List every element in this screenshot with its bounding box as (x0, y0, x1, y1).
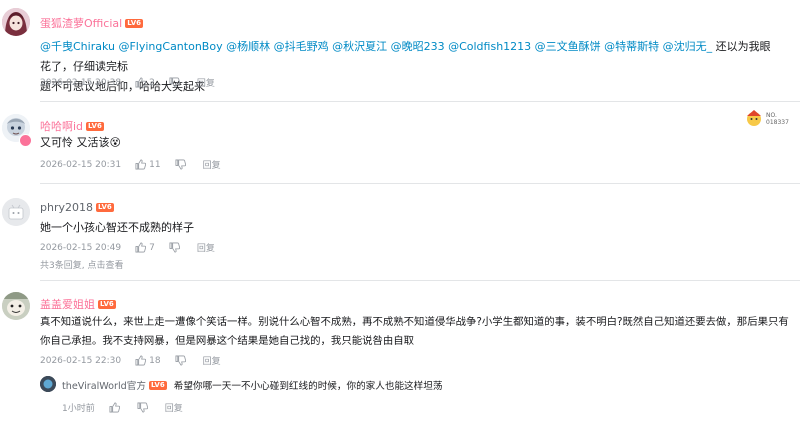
default-avatar-icon (2, 198, 30, 226)
badge-character-icon (747, 110, 761, 126)
avatar-pendant-icon (19, 134, 32, 147)
mention-link[interactable]: @三文鱼酥饼 (535, 40, 601, 53)
mention-link[interactable]: @秋沢夏江 (332, 40, 387, 53)
divider (40, 101, 800, 102)
timestamp: 2026-02-15 22:30 (40, 355, 122, 366)
thumb-down-icon[interactable] (175, 355, 186, 366)
view-replies-link[interactable]: 点击查看 (87, 261, 123, 271)
comment-text: 又可怜 又活该😵 (40, 133, 121, 153)
like-button[interactable]: 18 (135, 355, 161, 366)
nested-reply-line: theViralWorld官方 LV6 希望你哪一天一不小心碰到红线的时候，你的家… (62, 378, 442, 392)
badge-label: NO. (766, 112, 777, 119)
avatar-image-icon (40, 376, 56, 392)
username[interactable]: phry2018 LV6 (40, 201, 114, 214)
comment-meta: 2026-02-15 22:30 18 回复 (40, 354, 221, 368)
thumb-down-icon[interactable] (137, 402, 148, 413)
reply-button[interactable]: 回复 (197, 241, 215, 254)
reply-meta: 1小时前 回复 (62, 401, 183, 414)
level-badge: LV6 (148, 381, 167, 390)
comment-text: 她一个小孩心智还不成熟的样子 (40, 218, 194, 238)
comment-meta: 2026-02-15 20:31 11 回复 (40, 158, 221, 172)
username-text[interactable]: 哈哈啊id (40, 120, 83, 133)
username[interactable]: 盖盖爱姐姐 LV6 (40, 296, 116, 312)
thumb-up-icon (135, 159, 147, 170)
avatar[interactable] (2, 292, 30, 320)
reply-username[interactable]: theViralWorld官方 (62, 381, 146, 392)
mention-link[interactable]: @杨顺林 (226, 40, 270, 53)
replies-count: 共3条回复, (40, 261, 85, 271)
avatar[interactable] (2, 198, 30, 226)
mention-link[interactable]: @千曳Chiraku (40, 40, 115, 53)
thumb-up-icon (135, 77, 147, 88)
level-badge: LV6 (95, 203, 114, 212)
thumb-up-icon[interactable] (109, 402, 120, 413)
level-badge: LV6 (125, 19, 143, 28)
comment-text-part: 你自己承担。我不支持网暴，但是网暴这个结果是她自己找的，我只能说咎由自取 (40, 335, 415, 347)
like-count: 18 (149, 355, 161, 366)
like-count: 11 (149, 159, 161, 170)
thumb-down-icon[interactable] (169, 77, 180, 88)
like-count: 2 (149, 77, 155, 88)
avatar-image-icon (2, 292, 30, 320)
reply-text: 希望你哪一天一不小心碰到红线的时候，你的家人也能这样坦荡 (173, 381, 443, 392)
mention-link[interactable]: @晚昭233 (391, 40, 445, 53)
username-text[interactable]: phry2018 (40, 201, 93, 214)
username-text[interactable]: 盖盖爱姐姐 (40, 298, 95, 311)
avatar[interactable] (40, 376, 56, 392)
divider (40, 183, 800, 184)
avatar[interactable] (2, 8, 30, 36)
thumb-up-icon (135, 355, 147, 366)
thumb-down-icon[interactable] (175, 159, 186, 170)
mention-link[interactable]: @Coldfish1213 (448, 40, 531, 53)
comment-text-part: 真不知道说什么，来世上走一遭像个笑话一样。别说什么心智不成熟，再不成熟不知道侵华… (40, 316, 789, 328)
comment-meta: 2026-02-15 20:49 7 回复 (40, 241, 215, 255)
comment-text: 真不知道说什么，来世上走一遭像个笑话一样。别说什么心智不成熟，再不成熟不知道侵华… (40, 313, 796, 351)
like-button[interactable]: 2 (135, 77, 155, 88)
like-button[interactable]: 11 (135, 159, 161, 170)
reply-button[interactable]: 回复 (203, 158, 221, 171)
comment-meta: 2026-02-15 20:38 2 回复 (40, 76, 215, 90)
like-button[interactable]: 7 (135, 242, 155, 253)
level-badge: LV6 (98, 300, 116, 309)
comment-text-part: 又可怜 又活该 (40, 136, 110, 149)
timestamp: 2026-02-15 20:38 (40, 77, 122, 88)
replies-summary: 共3条回复, 点击查看 (40, 258, 123, 271)
thumb-up-icon (135, 242, 147, 253)
mention-link[interactable]: @FlyingCantonBoy (118, 40, 222, 53)
mention-link[interactable]: @抖毛野鸡 (274, 40, 329, 53)
like-count: 7 (149, 242, 155, 253)
reply-button[interactable]: 回复 (165, 401, 183, 414)
timestamp: 1小时前 (62, 404, 95, 414)
timestamp: 2026-02-15 20:49 (40, 242, 122, 253)
comment-text-part: 她一个小孩心智还不成熟的样子 (40, 221, 194, 234)
username-text[interactable]: 蛋狐渣萝Official (40, 17, 122, 30)
level-badge: LV6 (86, 122, 104, 131)
reply-button[interactable]: 回复 (203, 354, 221, 367)
reply-button[interactable]: 回复 (197, 76, 215, 89)
badge-number: 018337 (766, 119, 789, 126)
avatar-image-icon (2, 8, 30, 36)
emoji-icon: 😵 (109, 136, 121, 149)
thumb-down-icon[interactable] (169, 242, 180, 253)
mention-link[interactable]: @沈归无_ (663, 40, 713, 53)
fan-badge: NO. 018337 (744, 107, 792, 129)
mention-link[interactable]: @特蒂斯特 (604, 40, 659, 53)
username[interactable]: 蛋狐渣萝Official LV6 (40, 15, 143, 31)
timestamp: 2026-02-15 20:31 (40, 159, 122, 170)
username[interactable]: 哈哈啊id LV6 (40, 118, 104, 134)
divider (40, 280, 800, 281)
